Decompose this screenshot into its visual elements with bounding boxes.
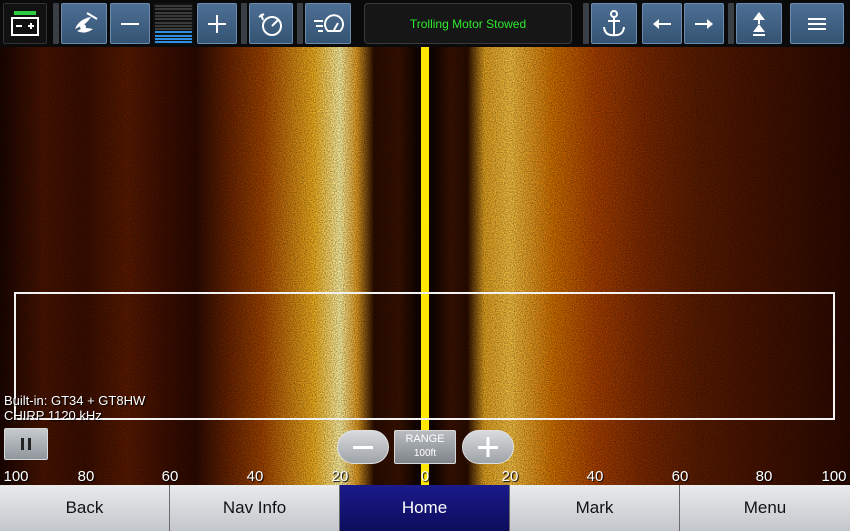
menu-button[interactable] [790,3,844,44]
speed-level-bar [155,34,192,37]
speed-level-bar [155,24,192,27]
hamburger-icon [808,17,826,30]
speed-level-bar [155,18,192,21]
speed-level-bar [155,5,192,7]
scale-label: 0 [420,468,430,485]
toolbar-handle[interactable] [583,3,589,44]
steer-right-button[interactable] [684,3,724,44]
pause-icon [19,438,33,450]
scale-label: 80 [77,468,95,485]
minus-icon [121,22,139,25]
bottom-nav: Back Nav Info Home Mark Menu [0,485,850,531]
propeller-icon [75,11,98,33]
speed-level-bar [155,11,192,14]
arrow-left-icon [653,18,671,29]
speed-level-bar [155,31,192,34]
speed-level-bar [155,41,192,44]
transducer-model: Built-in: GT34 + GT8HW [4,393,146,408]
steer-left-button[interactable] [642,3,682,44]
scale-label: 60 [161,468,179,485]
jog-forward-button[interactable] [736,3,782,44]
toolbar-handle[interactable] [53,3,59,44]
pause-button[interactable] [4,428,48,460]
plus-icon [208,14,226,33]
scale-label: 40 [246,468,264,485]
home-button[interactable]: Home [340,485,510,531]
arrow-right-icon [695,18,713,29]
mark-button[interactable]: Mark [510,485,680,531]
jog-up-icon [753,11,765,36]
speed-level-indicator [153,3,194,44]
speedometer-icon [258,12,282,36]
nav-info-button[interactable]: Nav Info [170,485,340,531]
menu-nav-button[interactable]: Menu [680,485,850,531]
transducer-info: Built-in: GT34 + GT8HW CHIRP 1120 kHz [4,393,145,423]
sidevu-sonar-view[interactable]: Built-in: GT34 + GT8HW CHIRP 1120 kHz RA… [0,47,850,485]
range-label: RANGE [405,433,445,445]
speed-increase-button[interactable] [197,3,237,44]
motor-button[interactable] [61,3,107,44]
scale-label: 20 [501,468,519,485]
cruise-control-button[interactable] [249,3,293,44]
speed-level-bar [155,21,192,24]
scale-label: 40 [586,468,604,485]
minus-icon [353,446,373,449]
speed-decrease-button[interactable] [110,3,150,44]
range-decrease-button[interactable] [337,430,389,464]
scale-label: 60 [671,468,689,485]
scale-label: 100 [821,468,847,485]
speed-level-bar [155,14,192,17]
toolbar-handle[interactable] [728,3,734,44]
anchor-icon [603,9,625,36]
speed-level-bar [155,38,192,40]
transducer-frequency: CHIRP 1120 kHz [4,408,102,423]
battery-icon [11,10,39,36]
autopilot-speed-button[interactable] [305,3,351,44]
back-button[interactable]: Back [0,485,170,531]
range-value: 100ft [413,448,437,459]
anchor-lock-button[interactable] [591,3,637,44]
plus-icon [478,437,498,457]
scale-label: 80 [755,468,773,485]
toolbar-handle[interactable] [297,3,303,44]
range-button[interactable]: RANGE 100ft [394,430,456,464]
top-toolbar: Trolling Motor Stowed [0,0,850,47]
scale-label: 100 [3,468,29,485]
toolbar-handle[interactable] [241,3,247,44]
speed-level-bar [155,8,192,11]
trolling-motor-status: Trolling Motor Stowed [364,3,572,44]
battery-button[interactable] [3,3,47,44]
range-increase-button[interactable] [462,430,514,464]
scale-label: 20 [331,468,349,485]
speed-lines-icon [314,13,344,32]
speed-level-bar [155,28,192,31]
